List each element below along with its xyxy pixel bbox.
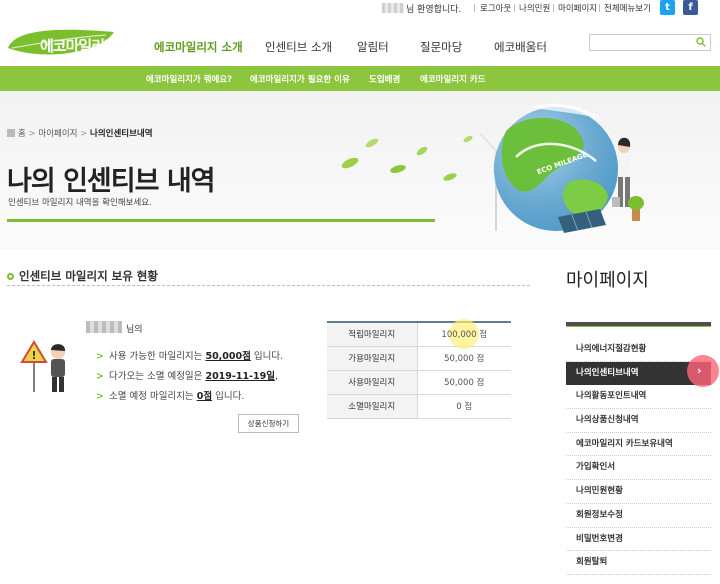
- top-utility-bar: 님 환영합니다. 로그아웃 나의민원 마이페이지 전체메뉴보기 t f: [0, 0, 720, 16]
- table-value: 100,000 점: [417, 319, 511, 350]
- table-label: 적립마일리지: [327, 322, 418, 347]
- nav-incentive-intro[interactable]: 인센티브 소개: [265, 39, 332, 55]
- table-value: 50,000 점: [417, 370, 511, 395]
- search-box: [589, 34, 711, 51]
- sidebar-title: 마이페이지: [566, 270, 649, 291]
- table-row: 사용마일리지 50,000 점: [327, 370, 511, 395]
- divider: [514, 4, 515, 12]
- sidebar-title-accent: [566, 326, 711, 327]
- mypage-link[interactable]: 마이페이지: [558, 2, 597, 14]
- divider: [553, 4, 554, 12]
- product-apply-button[interactable]: 상품신청하기: [238, 414, 299, 433]
- chevron-right-icon: >: [96, 391, 104, 402]
- eco-globe-illustration: ECO MILEAGE: [341, 103, 644, 233]
- table-row: 적립마일리지 100,000 점: [327, 319, 511, 350]
- main-header: 에코마일리지 에코마일리지 소개 인센티브 소개 알림터 질문마당 에코배움터: [0, 16, 720, 66]
- nav-qna[interactable]: 질문마당: [420, 39, 462, 55]
- divider: [474, 4, 475, 12]
- subnav-background[interactable]: 도입배경: [369, 73, 400, 85]
- section-heading: 인센티브 마일리지 보유 현황: [7, 268, 158, 284]
- username-blurred: [382, 3, 404, 13]
- user-name-blurred: [86, 321, 122, 333]
- breadcrumb-home[interactable]: 홈: [18, 129, 26, 139]
- page-title: 나의 인센티브 내역: [7, 166, 216, 197]
- sidebar-item-card-holdings[interactable]: 에코마일리지 카드보유내역: [566, 433, 711, 457]
- twitter-icon[interactable]: t: [660, 0, 675, 15]
- warning-character-icon: !: [20, 340, 66, 392]
- breadcrumb-mypage[interactable]: 마이페이지: [38, 129, 77, 139]
- search-icon[interactable]: [696, 37, 706, 47]
- user-name-suffix: 님의: [126, 325, 143, 335]
- sub-navigation: 에코마일리지가 뭐에요? 에코마일리지가 필요한 이유 도입배경 에코마일리지 …: [0, 66, 720, 91]
- subnav-what-is[interactable]: 에코마일리지가 뭐에요?: [146, 73, 232, 85]
- divider: [599, 4, 600, 12]
- table-row: 소멸마일리지 0 점: [327, 394, 511, 419]
- bullet-icon: [7, 273, 14, 280]
- table-row: 가용마일리지 50,000 점: [327, 346, 511, 371]
- expiring-mileage-value: 0점: [196, 391, 213, 402]
- sidebar-item-product-requests[interactable]: 나의상품신청내역: [566, 409, 711, 433]
- breadcrumb-current: 나의인센티브내역: [90, 129, 153, 139]
- sidebar-item-membership-certificate[interactable]: 가입확인서: [566, 456, 711, 481]
- subnav-card[interactable]: 에코마일리지 카드: [420, 73, 486, 85]
- subnav-why-needed[interactable]: 에코마일리지가 필요한 이유: [250, 73, 350, 85]
- breadcrumb: 홈 > 마이페이지 > 나의인센티브내역: [7, 127, 153, 139]
- nav-eco-intro[interactable]: 에코마일리지 소개: [154, 39, 243, 55]
- all-menu-link[interactable]: 전체메뉴보기: [604, 2, 651, 14]
- nav-learning[interactable]: 에코배움터: [494, 39, 547, 55]
- logo-text: 에코마일리지: [40, 37, 118, 55]
- sidebar-item-activity-points[interactable]: 나의활동포인트내역: [566, 385, 711, 410]
- sidebar-item-withdraw[interactable]: 회원탈퇴: [566, 551, 711, 575]
- table-label: 가용마일리지: [327, 346, 418, 371]
- home-icon[interactable]: [7, 129, 15, 137]
- my-complaint-link[interactable]: 나의민원: [519, 2, 550, 14]
- expiry-date-value: 2019-11-19일: [205, 371, 275, 382]
- search-input[interactable]: [590, 35, 690, 50]
- expiry-date-line: > 다가오는 소멸 예정일은 2019-11-19일,: [96, 371, 278, 382]
- sidebar-item-energy-savings[interactable]: 나의에너지절감현황: [566, 338, 711, 362]
- svg-text:!: !: [32, 349, 37, 362]
- expiring-mileage-line: > 소멸 예정 마일리지는 0점 입니다.: [96, 391, 245, 402]
- site-logo[interactable]: 에코마일리지: [6, 26, 118, 62]
- chevron-right-icon: >: [96, 351, 104, 362]
- sidebar-item-change-password[interactable]: 비밀번호변경: [566, 528, 711, 552]
- table-value: 0 점: [417, 394, 511, 419]
- mileage-table: 적립마일리지 100,000 점 가용마일리지 50,000 점 사용마일리지 …: [327, 319, 511, 419]
- sidebar-item-edit-profile[interactable]: 회원정보수정: [566, 504, 711, 528]
- table-label: 소멸마일리지: [327, 394, 418, 419]
- chevron-right-icon: ›: [687, 354, 719, 387]
- page-subtitle: 인센티브 마일리지 내역을 확인해보세요.: [8, 198, 152, 208]
- chevron-right-icon: >: [96, 371, 104, 382]
- facebook-icon[interactable]: f: [683, 0, 698, 15]
- section-divider: [7, 285, 530, 286]
- table-label: 사용마일리지: [327, 370, 418, 395]
- available-mileage-value: 50,000점: [205, 351, 251, 362]
- nav-notice[interactable]: 알림터: [357, 39, 389, 55]
- page-banner: 홈 > 마이페이지 > 나의인센티브내역 나의 인센티브 내역 인센티브 마일리…: [0, 91, 720, 249]
- logout-link[interactable]: 로그아웃: [480, 2, 511, 14]
- sidebar-menu: 나의에너지절감현황 나의인센티브내역 › 나의활동포인트내역 나의상품신청내역 …: [566, 338, 719, 575]
- available-mileage-line: > 사용 가능한 마일리지는 50,000점 입니다.: [96, 351, 284, 362]
- table-value: 50,000 점: [417, 346, 511, 371]
- sidebar-item-incentive-history[interactable]: 나의인센티브내역 ›: [566, 354, 719, 387]
- welcome-text: 님 환영합니다.: [406, 5, 462, 15]
- sidebar-item-complaints[interactable]: 나의민원현황: [566, 480, 711, 504]
